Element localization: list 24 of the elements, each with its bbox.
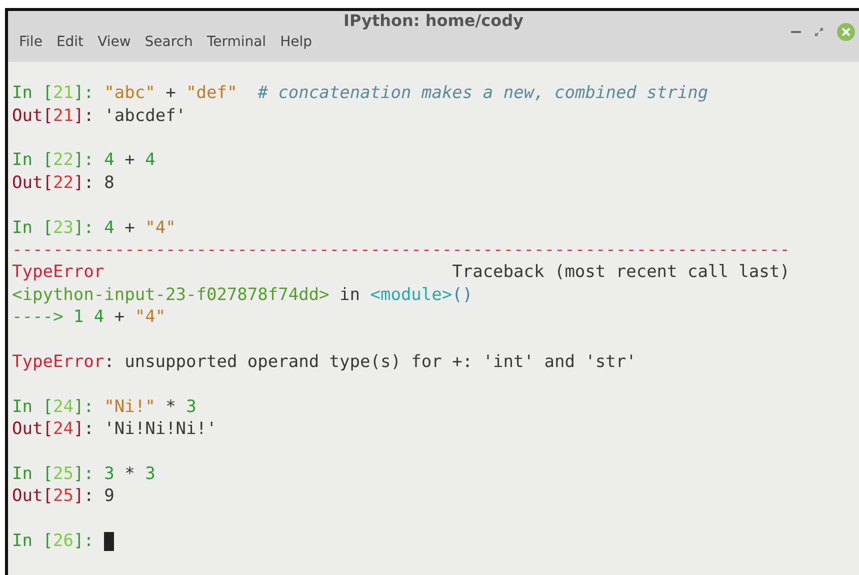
terminal-line: In [21]: "abc" + "def" # concatenation makes a new, combined string: [12, 82, 708, 105]
minimize-icon[interactable]: [791, 30, 801, 34]
terminal-line: In [23]: 4 + "4": [12, 216, 176, 239]
menu-item[interactable]: File: [12, 32, 50, 52]
terminal-line: <ipython-input-23-f027878f74dd> in <module>(): [12, 284, 473, 306]
terminal-line: In [24]: "Ni!" * 3: [12, 396, 196, 418]
menu-item[interactable]: Search: [138, 32, 200, 52]
terminal-line: Out[24]: 'Ni!Ni!Ni!': [12, 418, 217, 441]
terminal-line: ----------------------------------------------------------------------------: [12, 238, 790, 262]
terminal-line: ----> 1 4 + "4": [12, 306, 166, 329]
terminal-line: Out[21]: 'abcdef': [12, 104, 186, 127]
terminal-line: In [22]: 4 + 4: [12, 149, 156, 172]
terminal-line: TypeError Traceback (most recent call last): [12, 261, 790, 284]
terminal-line: In [26]:: [12, 530, 95, 553]
terminal-line: Out[22]: 8: [12, 172, 114, 194]
menu-item[interactable]: Help: [273, 32, 319, 52]
menu-item[interactable]: Terminal: [200, 32, 274, 52]
menu-item[interactable]: Edit: [49, 32, 91, 52]
terminal-line: In [25]: 3 * 3: [12, 463, 156, 486]
terminal-line: Out[25]: 9: [12, 485, 114, 508]
window-title: IPython: home/cody: [344, 11, 524, 30]
menu-item[interactable]: View: [90, 32, 138, 52]
terminal-line: TypeError: unsupported operand type(s) for +: 'int' and 'str': [12, 351, 636, 374]
restore-icon[interactable]: [815, 28, 823, 36]
